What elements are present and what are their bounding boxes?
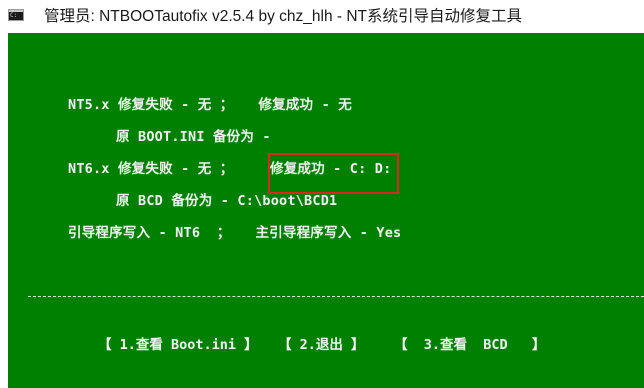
boot-ini-backup-line: 原 BOOT.INI 备份为 -	[116, 129, 271, 145]
title-bar[interactable]: 管理员: NTBOOTautofix v2.5.4 by chz_hlh - N…	[0, 0, 644, 33]
boot-loader-write-line: 引导程序写入 - NT6 ； 主引导程序写入 - Yes	[68, 225, 402, 241]
view-boot-ini-option[interactable]: 【 1.查看 Boot.ini 】	[98, 335, 258, 355]
nt5-repair-status-line: NT5.x 修复失败 - 无 ； 修复成功 - 无	[68, 97, 352, 113]
console-window: 管理员: NTBOOTautofix v2.5.4 by chz_hlh - N…	[0, 0, 644, 388]
exit-option[interactable]: 【 2.退出 】	[278, 335, 365, 355]
console-separator	[28, 296, 644, 298]
console-app-icon[interactable]	[8, 9, 24, 21]
nt6-repair-fail-line: NT6.x 修复失败 - 无 ；	[68, 161, 234, 177]
window-title: 管理员: NTBOOTautofix v2.5.4 by chz_hlh - N…	[44, 8, 523, 25]
bcd-backup-line: 原 BCD 备份为 - C:\boot\BCD1	[116, 193, 338, 209]
console-area[interactable]: NT5.x 修复失败 - 无 ； 修复成功 - 无 原 BOOT.INI 备份为…	[8, 33, 644, 388]
nt6-repair-success-text: 修复成功 - C: D:	[270, 161, 392, 177]
view-bcd-option[interactable]: 【 3.查看 BCD 】	[394, 335, 546, 355]
